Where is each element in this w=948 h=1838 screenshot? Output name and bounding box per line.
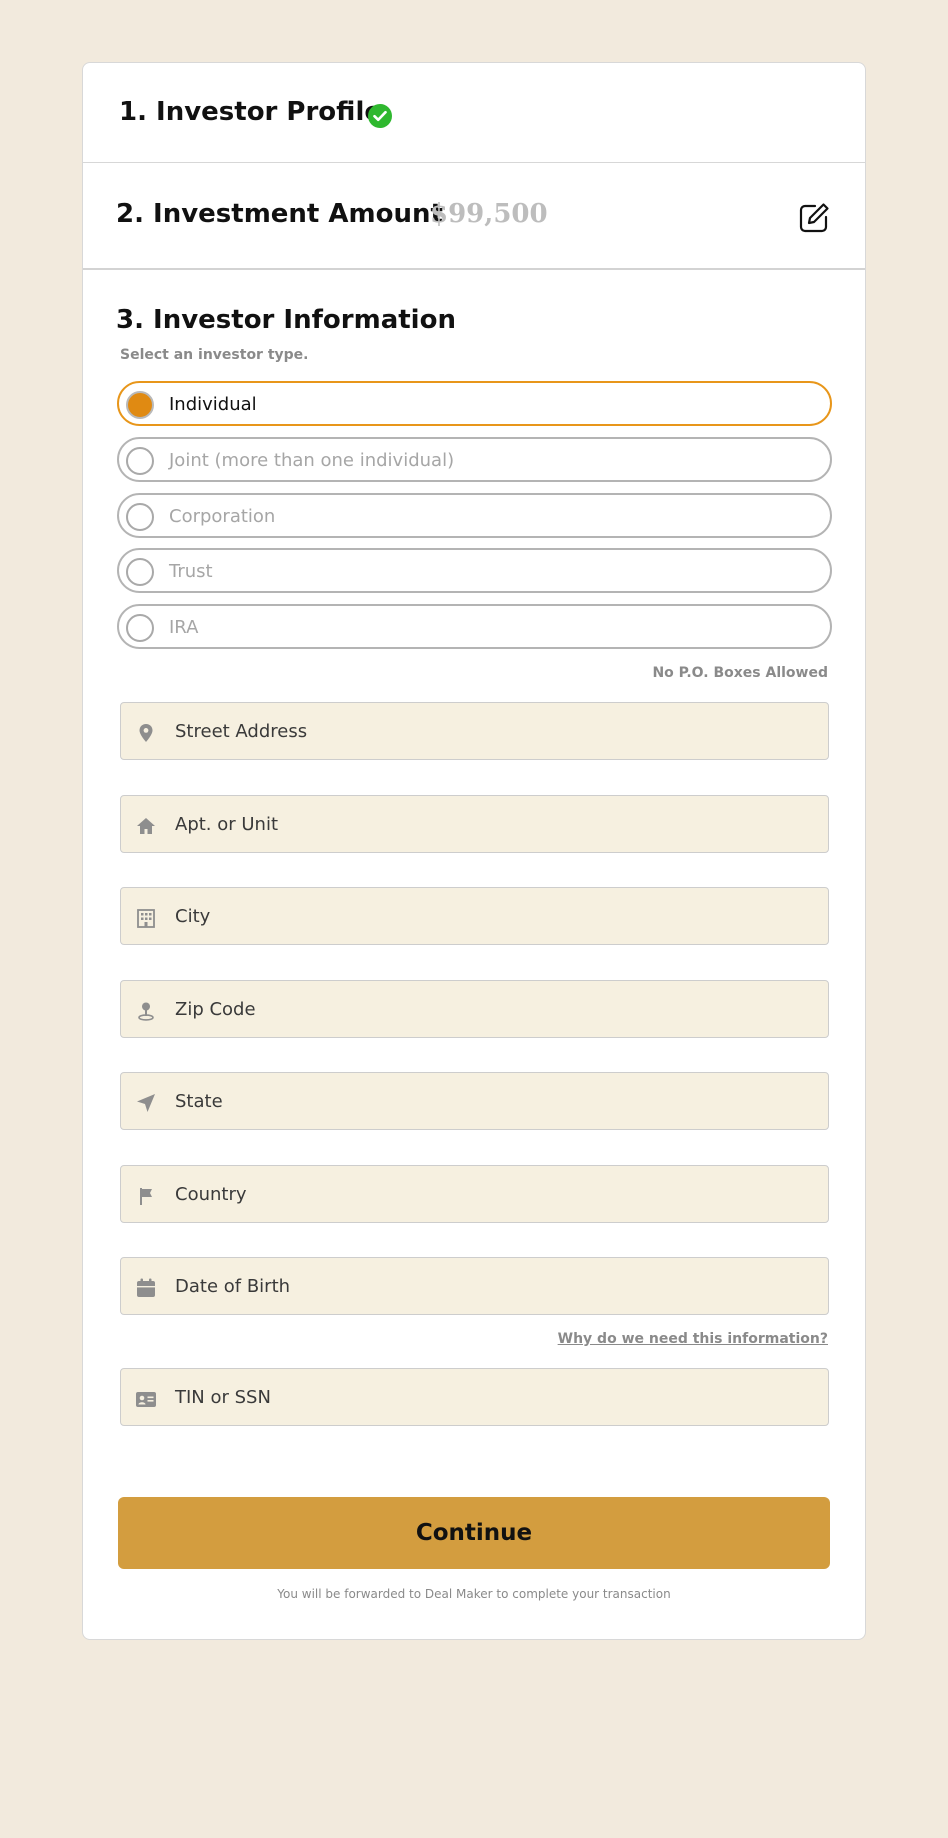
location-marker-icon (135, 1000, 157, 1022)
tin-ssn-field[interactable]: TIN or SSN (120, 1368, 829, 1426)
zip-code-field[interactable]: Zip Code (120, 980, 829, 1038)
step-title-profile: 1. Investor Profile (119, 97, 382, 127)
step-title-amount: 2. Investment Amount (116, 199, 443, 229)
radio-trust[interactable]: Trust (117, 548, 832, 593)
step-title-info: 3. Investor Information (116, 305, 456, 335)
flag-icon (135, 1185, 157, 1207)
building-icon (135, 907, 157, 929)
investor-type-prompt: Select an investor type. (120, 347, 309, 363)
check-circle-icon (368, 104, 392, 128)
radio-label: Corporation (169, 506, 276, 527)
field-placeholder: City (175, 906, 211, 927)
field-placeholder: Country (175, 1184, 247, 1205)
id-card-icon (135, 1388, 157, 1410)
home-icon (135, 815, 157, 837)
continue-button[interactable]: Continue (118, 1497, 830, 1569)
radio-label: IRA (169, 617, 199, 638)
forward-note: You will be forwarded to Deal Maker to c… (277, 1587, 671, 1601)
city-field[interactable]: City (120, 887, 829, 945)
state-field[interactable]: State (120, 1072, 829, 1130)
radio-label: Individual (169, 394, 257, 415)
radio-indicator (126, 614, 154, 642)
field-placeholder: Street Address (175, 721, 308, 742)
apt-unit-field[interactable]: Apt. or Unit (120, 795, 829, 853)
field-placeholder: TIN or SSN (175, 1387, 271, 1408)
checkout-card: 1. Investor Profile 2. Investment Amount… (82, 62, 866, 1640)
date-of-birth-field[interactable]: Date of Birth (120, 1257, 829, 1315)
radio-label: Joint (more than one individual) (169, 450, 455, 471)
radio-indicator (126, 391, 154, 419)
field-placeholder: Zip Code (175, 999, 256, 1020)
field-placeholder: State (175, 1091, 223, 1112)
calendar-icon (135, 1277, 157, 1299)
investment-amount-value: $99,500 (430, 199, 548, 229)
step-investor-profile[interactable]: 1. Investor Profile (83, 63, 865, 163)
radio-indicator (126, 447, 154, 475)
radio-joint[interactable]: Joint (more than one individual) (117, 437, 832, 482)
radio-indicator (126, 503, 154, 531)
field-placeholder: Apt. or Unit (175, 814, 279, 835)
country-field[interactable]: Country (120, 1165, 829, 1223)
field-placeholder: Date of Birth (175, 1276, 291, 1297)
po-box-note: No P.O. Boxes Allowed (652, 665, 828, 681)
radio-corporation[interactable]: Corporation (117, 493, 832, 538)
edit-icon[interactable] (797, 201, 831, 235)
radio-label: Trust (169, 561, 213, 582)
radio-individual[interactable]: Individual (117, 381, 832, 426)
why-info-link[interactable]: Why do we need this information? (558, 1331, 828, 1347)
radio-indicator (126, 558, 154, 586)
map-pin-icon (135, 722, 157, 744)
radio-ira[interactable]: IRA (117, 604, 832, 649)
street-address-field[interactable]: Street Address (120, 702, 829, 760)
navigation-arrow-icon (135, 1092, 157, 1114)
continue-button-label: Continue (415, 1520, 533, 1546)
step-investment-amount: 2. Investment Amount $99,500 (83, 163, 865, 270)
